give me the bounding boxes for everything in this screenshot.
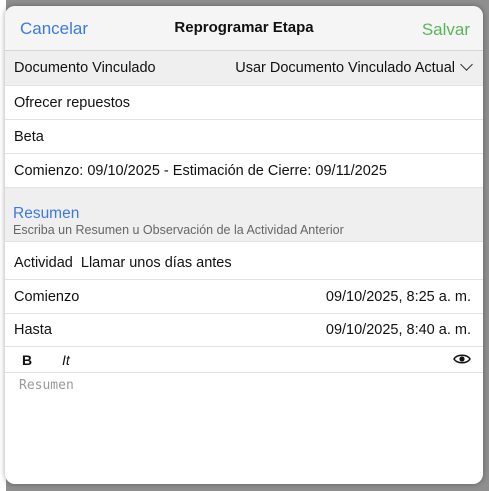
start-label: Comienzo <box>14 289 80 305</box>
eye-icon[interactable] <box>453 352 471 370</box>
save-button[interactable]: Salvar <box>422 20 470 40</box>
italic-button[interactable]: It <box>62 352 70 368</box>
summary-title: Resumen <box>13 205 80 222</box>
info-row-stage: Beta <box>5 120 483 154</box>
info-stage: Beta <box>14 129 44 145</box>
dialog-header: Cancelar Reprogramar Etapa Salvar <box>5 6 483 51</box>
linked-document-row[interactable]: Documento Vinculado Usar Documento Vincu… <box>5 51 483 86</box>
chevron-down-icon <box>460 58 473 71</box>
info-dates: Comienzo: 09/10/2025 - Estimación de Cie… <box>14 163 387 179</box>
linked-document-value: Usar Documento Vinculado Actual <box>235 60 455 76</box>
bold-button[interactable]: B <box>22 352 32 368</box>
summary-editor[interactable] <box>17 376 476 480</box>
format-toolbar: B It <box>5 347 483 373</box>
start-row[interactable]: Comienzo 09/10/2025, 8:25 a. m. <box>5 280 483 314</box>
end-label: Hasta <box>14 322 52 338</box>
reschedule-dialog: Cancelar Reprogramar Etapa Salvar Docume… <box>5 6 483 484</box>
activity-row: Actividad Llamar unos días antes <box>5 246 483 280</box>
info-row-title: Ofrecer repuestos <box>5 86 483 120</box>
dialog-title: Reprogramar Etapa <box>174 19 314 36</box>
end-datetime[interactable]: 09/10/2025, 8:40 a. m. <box>326 322 471 338</box>
end-row[interactable]: Hasta 09/10/2025, 8:40 a. m. <box>5 314 483 347</box>
start-datetime[interactable]: 09/10/2025, 8:25 a. m. <box>326 289 471 305</box>
linked-document-label: Documento Vinculado <box>14 60 156 76</box>
activity-text: Actividad Llamar unos días antes <box>14 255 232 271</box>
info-title: Ofrecer repuestos <box>14 95 131 111</box>
linked-document-select[interactable]: Usar Documento Vinculado Actual <box>235 58 473 76</box>
info-row-dates: Comienzo: 09/10/2025 - Estimación de Cie… <box>5 154 483 188</box>
summary-subtitle: Escriba un Resumen u Observación de la A… <box>13 223 344 237</box>
